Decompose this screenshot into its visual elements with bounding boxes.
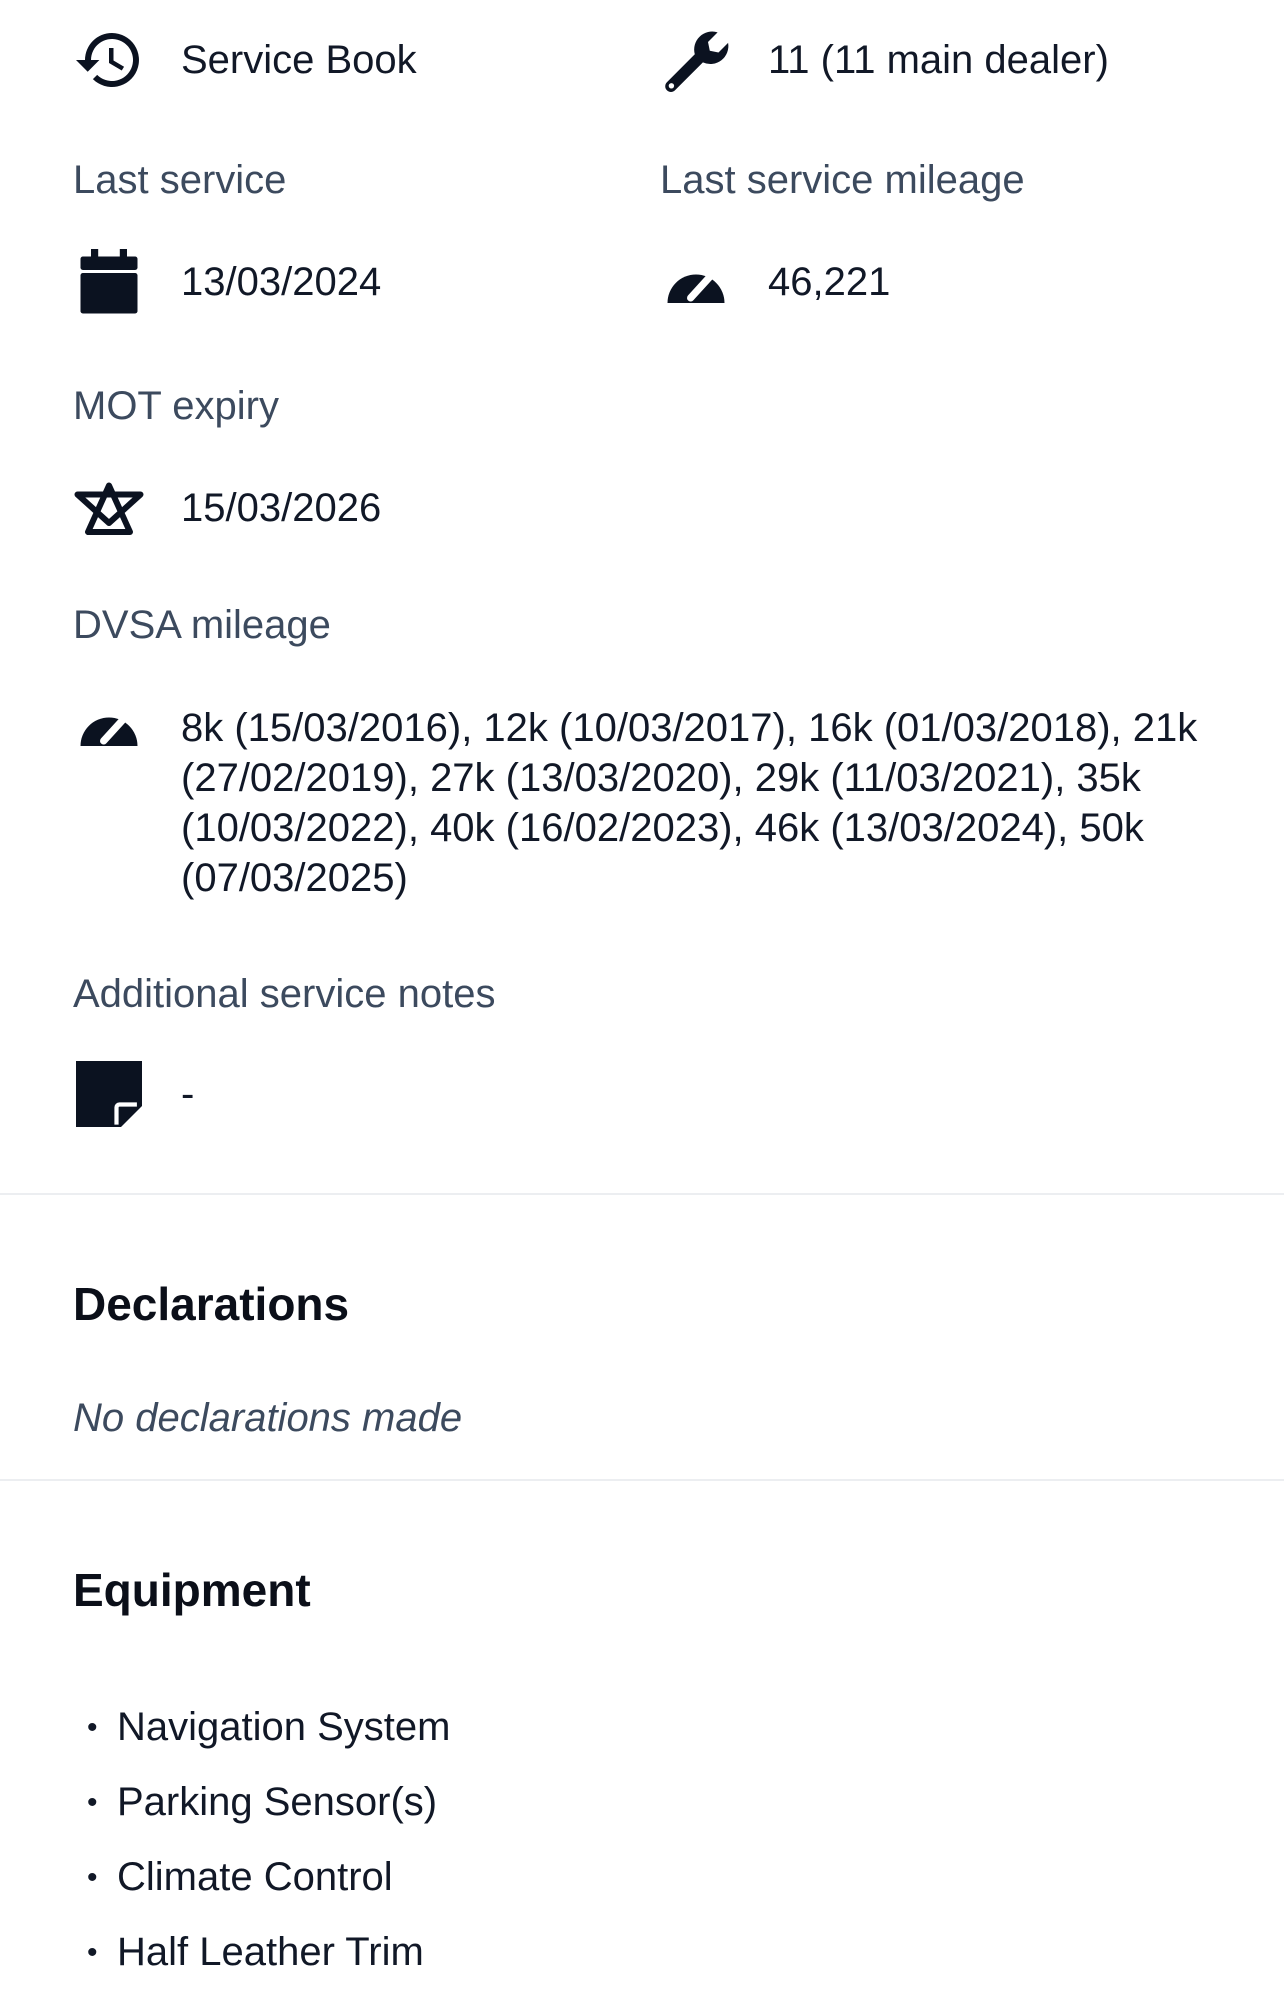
service-type-value: Service Book (181, 38, 417, 82)
additional-notes-label: Additional service notes (73, 972, 496, 1016)
dvsa-mileage-icon-wrap (73, 689, 145, 761)
equipment-item-label: Climate Control (117, 1855, 393, 1899)
section-divider (0, 1193, 1284, 1195)
service-count-value: 11 (11 main dealer) (768, 38, 1109, 82)
service-count: 11 (11 main dealer) (660, 24, 1109, 96)
additional-notes-value: - (181, 1072, 195, 1116)
mot-expiry-label: MOT expiry (73, 384, 279, 428)
equipment-item-label: Half Leather Trim (117, 1930, 424, 1974)
bullet: • (87, 1785, 98, 1819)
sticky-note-icon (73, 1058, 145, 1130)
equipment-item-label: Navigation System (117, 1705, 451, 1749)
equipment-list: • Navigation System • Parking Sensor(s) … (73, 1690, 450, 1990)
section-divider (0, 1479, 1284, 1481)
bullet: • (87, 1935, 98, 1969)
list-item: • Half Leather Trim (73, 1915, 450, 1990)
mot-expiry-value: 15/03/2026 (181, 486, 382, 530)
list-item: • Climate Control (73, 1840, 450, 1915)
history-icon (73, 24, 145, 96)
wrench-icon (660, 24, 732, 96)
bullet: • (87, 1710, 98, 1744)
additional-notes-row: - (73, 1058, 194, 1130)
dvsa-mileage-value: 8k (15/03/2016), 12k (10/03/2017), 16k (… (181, 706, 1198, 900)
last-service-row: 13/03/2024 (73, 246, 381, 318)
dvsa-mileage-label: DVSA mileage (73, 603, 331, 647)
mot-expiry-row: 15/03/2026 (73, 472, 381, 544)
speedometer-icon (660, 246, 732, 318)
bullet: • (87, 1860, 98, 1894)
last-service-label: Last service (73, 158, 287, 202)
last-service-value: 13/03/2024 (181, 260, 382, 304)
list-item: • Navigation System (73, 1690, 450, 1765)
equipment-item-label: Parking Sensor(s) (117, 1780, 438, 1824)
mot-triangles-icon (73, 472, 145, 544)
speedometer-icon (73, 689, 145, 761)
last-service-mileage-row: 46,221 (660, 246, 890, 318)
calendar-icon (73, 246, 145, 318)
equipment-title: Equipment (73, 1564, 311, 1616)
service-history-type: Service Book (73, 24, 417, 96)
declarations-empty-text: No declarations made (73, 1396, 463, 1440)
last-service-mileage-value: 46,221 (768, 260, 891, 304)
declarations-title: Declarations (73, 1278, 350, 1330)
last-service-mileage-label: Last service mileage (660, 158, 1025, 202)
list-item: • Parking Sensor(s) (73, 1765, 450, 1840)
